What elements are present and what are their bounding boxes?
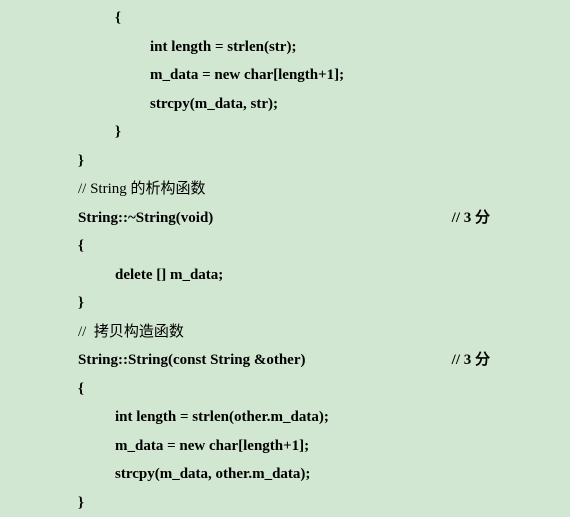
code-line: { — [0, 232, 570, 261]
code-line: // 拷贝构造函数 — [0, 318, 570, 347]
code-line: String::String(const String &other) // 3 … — [0, 346, 570, 375]
code-text: } — [78, 147, 84, 176]
code-block: { int length = strlen(str); m_data = new… — [0, 0, 570, 517]
code-comment: // String 的析构函数 — [78, 175, 206, 204]
code-text: m_data = new char[length+1]; — [115, 432, 309, 461]
code-text: String::~String(void) — [78, 204, 213, 233]
code-line: } — [0, 147, 570, 176]
code-line: int length = strlen(str); — [0, 33, 570, 62]
code-text: { — [78, 232, 84, 261]
code-text: } — [78, 289, 84, 318]
code-text: { — [115, 4, 121, 33]
code-comment: // 拷贝构造函数 — [78, 318, 184, 347]
code-line: } — [0, 118, 570, 147]
code-text: String::String(const String &other) — [78, 346, 305, 375]
code-note: // 3 分 — [452, 204, 490, 233]
code-text: strcpy(m_data, other.m_data); — [115, 460, 310, 489]
code-text: int length = strlen(other.m_data); — [115, 403, 329, 432]
code-note: // 3 分 — [452, 346, 490, 375]
code-line: } — [0, 289, 570, 318]
code-line: strcpy(m_data, str); — [0, 90, 570, 119]
code-text: int length = strlen(str); — [150, 33, 296, 62]
code-line: m_data = new char[length+1]; — [0, 432, 570, 461]
code-text: m_data = new char[length+1]; — [150, 61, 344, 90]
code-line: // String 的析构函数 — [0, 175, 570, 204]
code-line: { — [0, 4, 570, 33]
code-text: { — [78, 375, 84, 404]
code-text: } — [78, 489, 84, 517]
code-text: strcpy(m_data, str); — [150, 90, 278, 119]
code-line: String::~String(void) // 3 分 — [0, 204, 570, 233]
code-line: { — [0, 375, 570, 404]
code-text: delete [] m_data; — [115, 261, 223, 290]
code-text: } — [115, 118, 121, 147]
code-line: strcpy(m_data, other.m_data); — [0, 460, 570, 489]
code-line: } — [0, 489, 570, 517]
code-line: int length = strlen(other.m_data); — [0, 403, 570, 432]
code-line: delete [] m_data; — [0, 261, 570, 290]
code-line: m_data = new char[length+1]; — [0, 61, 570, 90]
